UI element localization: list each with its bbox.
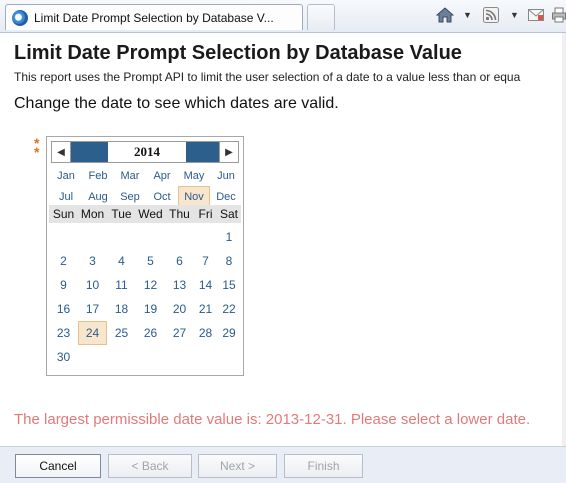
day-6[interactable]: 6 (165, 249, 194, 273)
day-13[interactable]: 13 (165, 273, 194, 297)
day-12[interactable]: 12 (136, 273, 165, 297)
tab-title: Limit Date Prompt Selection by Database … (34, 10, 274, 25)
browser-tab[interactable]: Limit Date Prompt Selection by Database … (5, 4, 303, 30)
month-jun[interactable]: Jun (210, 165, 242, 186)
day-11[interactable]: 11 (107, 273, 136, 297)
year-selector: ◀ 2014 ▶ (51, 141, 239, 163)
day-23[interactable]: 23 (49, 321, 78, 345)
day-4[interactable]: 4 (107, 249, 136, 273)
empty-day-cell (165, 225, 194, 249)
empty-day-cell (78, 225, 107, 249)
rss-dropdown-icon[interactable]: ▼ (510, 10, 519, 20)
day-3[interactable]: 3 (78, 249, 107, 273)
day-16[interactable]: 16 (49, 297, 78, 321)
day-17[interactable]: 17 (78, 297, 107, 321)
print-icon[interactable] (552, 5, 566, 25)
report-description: This report uses the Prompt API to limit… (14, 70, 521, 84)
day-2[interactable]: 2 (49, 249, 78, 273)
day-30[interactable]: 30 (49, 345, 78, 369)
month-mar[interactable]: Mar (114, 165, 146, 186)
date-prompt-calendar: ◀ 2014 ▶ Jan Feb Mar Apr May Jun Jul Aug Sep Oct N… (46, 136, 244, 376)
day-5[interactable]: 5 (136, 249, 165, 273)
instruction-text: Change the date to see which dates are v… (14, 95, 339, 112)
day-15[interactable]: 15 (217, 273, 241, 297)
day-21[interactable]: 21 (194, 297, 217, 321)
day-14[interactable]: 14 (194, 273, 217, 297)
year-label: 2014 (108, 142, 186, 162)
month-oct[interactable]: Oct (146, 186, 178, 207)
day-26[interactable]: 26 (136, 321, 165, 345)
day-22[interactable]: 22 (217, 297, 241, 321)
month-aug[interactable]: Aug (82, 186, 114, 207)
month-apr[interactable]: Apr (146, 165, 178, 186)
next-year-button[interactable]: ▶ (219, 142, 238, 162)
day-25[interactable]: 25 (107, 321, 136, 345)
prompt-footer: Cancel < Back Next > Finish (0, 446, 566, 483)
browser-tab-strip: Limit Date Prompt Selection by Database … (0, 0, 566, 33)
mail-icon[interactable] (528, 5, 544, 25)
month-nov[interactable]: Nov (178, 186, 210, 207)
day-1[interactable]: 1 (217, 225, 241, 249)
home-icon[interactable] (436, 5, 454, 25)
month-may[interactable]: May (178, 165, 210, 186)
next-button[interactable]: Next > (198, 454, 277, 478)
day-7[interactable]: 7 (194, 249, 217, 273)
page-scrollbar[interactable] (562, 33, 566, 446)
home-dropdown-icon[interactable]: ▼ (463, 10, 472, 20)
month-jul[interactable]: Jul (50, 186, 82, 207)
browser-logo-icon (12, 9, 28, 26)
day-10[interactable]: 10 (78, 273, 107, 297)
weekday-fri: Fri (198, 207, 213, 221)
day-9[interactable]: 9 (49, 273, 78, 297)
finish-button[interactable]: Finish (284, 454, 363, 478)
weekday-sat: Sat (219, 207, 238, 221)
validation-error-message: The largest permissible date value is: 2… (14, 411, 531, 428)
empty-day-cell (136, 225, 165, 249)
day-29[interactable]: 29 (217, 321, 241, 345)
weekday-thu: Thu (169, 207, 190, 221)
day-18[interactable]: 18 (107, 297, 136, 321)
month-grid: Jan Feb Mar Apr May Jun Jul Aug Sep Oct Nov Dec (50, 165, 242, 207)
day-28[interactable]: 28 (194, 321, 217, 345)
cancel-button[interactable]: Cancel (15, 454, 101, 478)
month-sep[interactable]: Sep (114, 186, 146, 207)
day-27[interactable]: 27 (165, 321, 194, 345)
day-8[interactable]: 8 (217, 249, 241, 273)
required-field-indicator: * * (34, 136, 40, 160)
empty-day-cell (107, 225, 136, 249)
previous-year-button[interactable]: ◀ (52, 142, 71, 162)
weekday-mon: Mon (80, 207, 105, 221)
day-24[interactable]: 24 (78, 321, 107, 345)
required-marker: * (34, 144, 40, 160)
month-jan[interactable]: Jan (50, 165, 82, 186)
day-grid: 1 2 3 4 5 6 7 8 9 10 11 12 13 14 15 16 17 18 19 20 21 22 23 24 2… (49, 225, 241, 369)
weekday-sun: Sun (52, 207, 75, 221)
empty-day-cell (194, 225, 217, 249)
day-20[interactable]: 20 (165, 297, 194, 321)
new-tab-button[interactable] (307, 4, 335, 30)
page-title: Limit Date Prompt Selection by Database … (14, 42, 462, 64)
empty-day-cell (49, 225, 78, 249)
back-button[interactable]: < Back (108, 454, 192, 478)
weekday-tue: Tue (111, 207, 132, 221)
weekday-wed: Wed (138, 207, 163, 221)
month-dec[interactable]: Dec (210, 186, 242, 207)
weekday-header: Sun Mon Tue Wed Thu Fri Sat (49, 205, 241, 223)
day-19[interactable]: 19 (136, 297, 165, 321)
month-feb[interactable]: Feb (82, 165, 114, 186)
rss-feed-icon[interactable] (483, 5, 499, 25)
